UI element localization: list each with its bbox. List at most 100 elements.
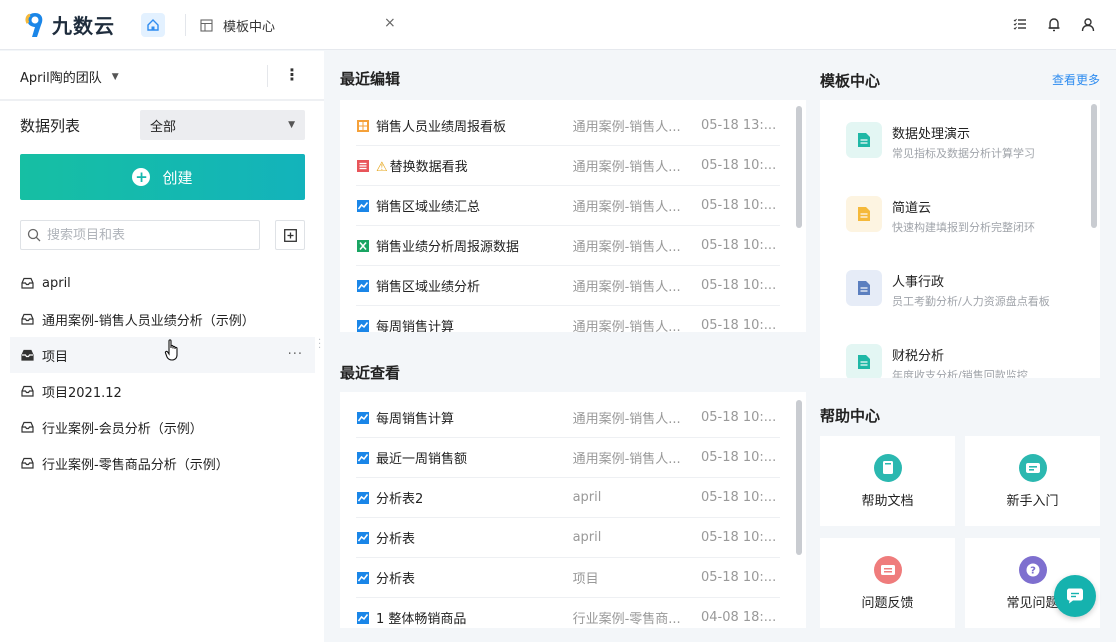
project-label: 通用案例-销售人员业绩分析（示例）: [42, 313, 255, 329]
folder-icon: [21, 277, 34, 289]
folder-icon: [21, 349, 34, 361]
project-item[interactable]: 行业案例-会员分析（示例）: [10, 409, 315, 445]
home-button[interactable]: [141, 13, 165, 37]
file-time: 05-18 10:...: [700, 278, 777, 293]
project-item[interactable]: april: [10, 265, 315, 301]
project-item[interactable]: 项目2021.12: [10, 373, 315, 409]
warning-icon: ⚠: [376, 160, 388, 175]
file-name: 销售区域业绩分析: [376, 280, 481, 295]
template-name: 数据处理演示: [892, 127, 971, 142]
template-desc: 员工考勤分析/人力资源盘点看板: [892, 295, 1050, 308]
help-card[interactable]: 问题反馈: [820, 538, 955, 628]
template-center-title: 模板中心: [820, 72, 881, 90]
search-box[interactable]: [20, 220, 260, 250]
chart-icon: [356, 411, 370, 425]
file-name: ⚠ 替换数据看我: [376, 160, 468, 175]
file-row[interactable]: 销售人员业绩周报看板 通用案例-销售人... 05-18 13:...: [356, 106, 780, 146]
chart-icon: [356, 491, 370, 505]
project-item[interactable]: 通用案例-销售人员业绩分析（示例）: [10, 301, 315, 337]
recent-edit-title: 最近编辑: [340, 70, 401, 88]
getting-started-icon: [1018, 453, 1047, 482]
file-row[interactable]: 分析表2 april 05-18 10:...: [356, 478, 780, 518]
team-selector[interactable]: April陶的团队 ▼: [20, 67, 119, 86]
file-folder: 通用案例-销售人...: [572, 120, 681, 135]
file-name: 销售人员业绩周报看板: [376, 120, 507, 135]
template-desc: 快速构建填报到分析完整闭环: [892, 221, 1035, 234]
tab-divider: [185, 14, 186, 36]
template-item[interactable]: 人事行政员工考勤分析/人力资源盘点看板: [846, 270, 1050, 309]
file-time: 05-18 10:...: [700, 490, 777, 505]
file-row[interactable]: 销售区域业绩分析 通用案例-销售人... 05-18 10:...: [356, 266, 780, 306]
brand-logo[interactable]: 九数云: [24, 10, 115, 39]
search-icon: [27, 228, 41, 242]
template-name: 简道云: [892, 201, 932, 216]
file-folder: 通用案例-销售人...: [572, 280, 681, 295]
project-list: april 通用案例-销售人员业绩分析（示例） 项目 ··· 项目2021.12…: [10, 265, 315, 481]
help-card[interactable]: 新手入门: [965, 436, 1100, 526]
project-item[interactable]: 项目 ···: [10, 337, 315, 373]
file-folder: april: [572, 530, 602, 545]
project-label: april: [42, 275, 71, 291]
project-item[interactable]: 行业案例-零售商品分析（示例）: [10, 445, 315, 481]
file-row[interactable]: 每周销售计算 通用案例-销售人... 05-18 10:...: [356, 398, 780, 438]
file-row[interactable]: 1 整体畅销商品 行业案例-零售商... 04-08 18:...: [356, 598, 780, 628]
file-folder: april: [572, 490, 602, 505]
template-item[interactable]: 财税分析 年度收支分析/销售回款监控: [846, 344, 1028, 378]
file-row[interactable]: 分析表 april 05-18 10:...: [356, 518, 780, 558]
template-item[interactable]: 数据处理演示 常见指标及数据分析计算学习: [846, 122, 1035, 161]
help-card[interactable]: 帮助文档: [820, 436, 955, 526]
resize-handle[interactable]: · · ·: [318, 336, 321, 354]
file-time: 05-18 10:...: [700, 238, 777, 253]
chat-support-button[interactable]: [1054, 575, 1096, 617]
data-filter-select[interactable]: 全部 ▼: [140, 110, 305, 140]
sidebar: April陶的团队 ▼ ⋮ 数据列表 全部 ▼ + 创建 april 通用案例-…: [0, 51, 324, 642]
file-row[interactable]: 销售区域业绩汇总 通用案例-销售人... 05-18 10:...: [356, 186, 780, 226]
file-name: 分析表: [376, 572, 416, 587]
file-row[interactable]: 每周销售计算 通用案例-销售人... 05-18 10:...: [356, 306, 780, 332]
file-name: 分析表: [376, 532, 416, 547]
bell-icon[interactable]: [1046, 15, 1062, 33]
file-time: 05-18 10:...: [700, 410, 777, 425]
file-time: 04-08 18:...: [700, 610, 777, 625]
file-folder: 通用案例-销售人...: [572, 200, 681, 215]
scrollbar[interactable]: [796, 400, 802, 555]
folder-icon: [21, 457, 34, 469]
file-row[interactable]: ⚠ 替换数据看我 通用案例-销售人... 05-18 10:...: [356, 146, 780, 186]
chart-icon: [356, 531, 370, 545]
plus-circle-icon: +: [132, 168, 151, 186]
chat-icon: [1067, 588, 1083, 604]
tab-close-icon[interactable]: ×: [384, 15, 396, 31]
file-time: 05-18 10:...: [700, 450, 777, 465]
file-folder: 行业案例-零售商...: [572, 612, 681, 627]
file-time: 05-18 10:...: [700, 198, 777, 213]
help-label: 常见问题: [1006, 595, 1059, 611]
template-icon: [200, 18, 213, 32]
file-row[interactable]: 销售业绩分析周报源数据 通用案例-销售人... 05-18 10:...: [356, 226, 780, 266]
see-more-link[interactable]: 查看更多: [1052, 71, 1100, 88]
report-icon: [356, 159, 370, 173]
scrollbar[interactable]: [1091, 104, 1097, 228]
template-item[interactable]: 简道云快速构建填报到分析完整闭环: [846, 196, 1035, 235]
scrollbar[interactable]: [796, 106, 802, 228]
file-row[interactable]: 分析表 项目 05-18 10:...: [356, 558, 780, 598]
more-vertical-icon[interactable]: ⋮: [284, 65, 300, 84]
caret-down-icon: ▼: [111, 71, 119, 82]
user-icon[interactable]: [1080, 15, 1096, 33]
chart-icon: [356, 611, 370, 625]
task-list-icon[interactable]: [1012, 15, 1028, 33]
create-button[interactable]: + 创建: [20, 154, 305, 200]
more-horizontal-icon[interactable]: ···: [288, 347, 303, 362]
file-row[interactable]: 最近一周销售额 通用案例-销售人... 05-18 10:...: [356, 438, 780, 478]
template-name: 人事行政: [892, 275, 945, 290]
template-desc: 年度收支分析/销售回款监控: [892, 369, 1028, 378]
project-label: 项目: [42, 349, 69, 365]
help-label: 问题反馈: [861, 595, 914, 611]
feedback-icon: [873, 555, 902, 584]
help-doc-icon: [873, 453, 902, 482]
tab-template-center[interactable]: 模板中心: [200, 14, 275, 36]
faq-icon: ?: [1018, 555, 1047, 584]
add-folder-button[interactable]: [275, 220, 305, 250]
search-input[interactable]: [47, 227, 247, 243]
file-name: 每周销售计算: [376, 320, 455, 332]
filter-value: 全部: [150, 119, 177, 135]
